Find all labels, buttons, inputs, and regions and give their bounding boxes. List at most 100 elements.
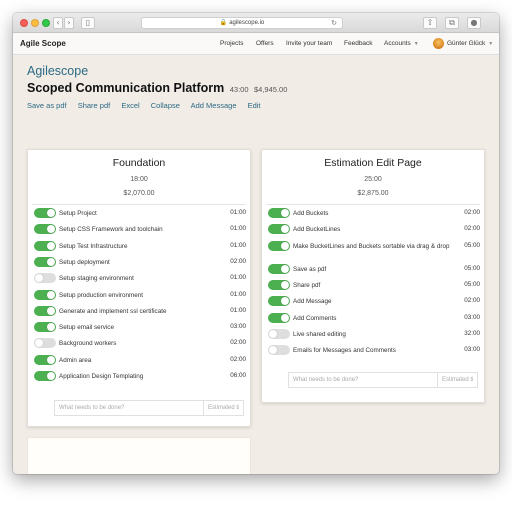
edit-link[interactable]: Edit	[248, 101, 261, 110]
task-done-toggle[interactable]	[34, 273, 56, 284]
save-as-pdf-link[interactable]: Save as pdf	[27, 101, 67, 110]
task-hours[interactable]: 01:00	[230, 307, 246, 314]
address-bar[interactable]: 🔒 agilescope.io ↻	[141, 17, 343, 29]
task-done-toggle[interactable]	[268, 240, 290, 251]
add-message-link[interactable]: Add Message	[191, 101, 237, 110]
task-hours[interactable]: 03:00	[230, 323, 246, 330]
task-label[interactable]: Setup Test Infrastructure	[59, 242, 219, 252]
task-label[interactable]: Setup email service	[59, 323, 219, 333]
nav-invite-team[interactable]: Invite your team	[286, 40, 332, 47]
task-done-toggle[interactable]	[34, 240, 56, 251]
task-hours[interactable]: 05:00	[464, 265, 480, 272]
avatar[interactable]	[433, 38, 444, 49]
new-task-input[interactable]: What needs to be done?	[59, 405, 124, 411]
app-title[interactable]: Agilescope	[27, 64, 88, 78]
task-hours[interactable]: 02:00	[230, 356, 246, 363]
nav-feedback[interactable]: Feedback	[344, 40, 373, 47]
task-done-toggle[interactable]	[34, 208, 56, 218]
task-label[interactable]: Emails for Messages and Comments	[293, 346, 453, 356]
task-done-toggle[interactable]	[268, 224, 290, 235]
task-done-toggle[interactable]	[268, 296, 290, 307]
zoom-window-button[interactable]	[42, 19, 50, 27]
bucket-title[interactable]: Foundation	[28, 157, 250, 169]
nav-offers[interactable]: Offers	[256, 40, 274, 47]
task-label[interactable]: Setup Project	[59, 209, 219, 219]
browser-window: ‹ › ▯ 🔒 agilescope.io ↻ ⇧ ⧉ ● Agile Scope…	[13, 13, 499, 474]
task-hours[interactable]: 32:00	[464, 330, 480, 337]
chevron-left-icon[interactable]: ‹	[53, 17, 63, 29]
toggle-knob	[47, 372, 55, 380]
chevron-down-icon: ▼	[488, 41, 494, 47]
extension-icon[interactable]: ●	[467, 17, 481, 29]
task-done-toggle[interactable]	[34, 256, 56, 267]
task-label[interactable]: Add Message	[293, 297, 453, 307]
minimize-window-button[interactable]	[31, 19, 39, 27]
reload-icon[interactable]: ↻	[331, 18, 337, 28]
excel-link[interactable]: Excel	[121, 101, 139, 110]
chevron-down-icon: ▼	[413, 41, 419, 47]
task-label[interactable]: Generate and implement ssl certificate	[59, 307, 219, 317]
task-label[interactable]: Setup production environment	[59, 291, 219, 301]
task-done-toggle[interactable]	[34, 224, 56, 235]
task-done-toggle[interactable]	[34, 371, 56, 381]
task-row: Admin area 02:00	[34, 354, 246, 367]
browser-toolbar: ‹ › ▯ 🔒 agilescope.io ↻ ⇧ ⧉ ●	[13, 13, 499, 33]
task-done-toggle[interactable]	[34, 305, 56, 316]
task-label[interactable]: Setup deployment	[59, 258, 219, 268]
task-hours[interactable]: 02:00	[464, 297, 480, 304]
task-hours[interactable]: 01:00	[230, 291, 246, 298]
task-label[interactable]: Setup CSS Framework and toolchain	[59, 225, 219, 235]
task-row: Add Comments 03:00	[268, 312, 480, 325]
collapse-link[interactable]: Collapse	[151, 101, 180, 110]
task-done-toggle[interactable]	[268, 312, 290, 323]
task-label[interactable]: Live shared editing	[293, 330, 453, 340]
task-hours[interactable]: 03:00	[464, 346, 480, 353]
task-label[interactable]: Save as pdf	[293, 265, 453, 275]
task-label[interactable]: Admin area	[59, 356, 219, 366]
task-label[interactable]: Add Comments	[293, 314, 453, 324]
task-hours[interactable]: 02:00	[230, 339, 246, 346]
task-done-toggle[interactable]	[34, 338, 56, 349]
task-hours[interactable]: 02:00	[464, 225, 480, 232]
task-hours[interactable]: 01:00	[230, 274, 246, 281]
task-hours[interactable]: 01:00	[230, 242, 246, 249]
task-done-toggle[interactable]	[268, 328, 290, 339]
estimate-input[interactable]: Estimated ti	[437, 373, 477, 387]
nav-projects[interactable]: Projects	[220, 40, 243, 47]
estimate-input[interactable]: Estimated ti	[203, 401, 243, 415]
task-label[interactable]: Add BucketLines	[293, 225, 453, 235]
task-done-toggle[interactable]	[34, 289, 56, 300]
task-done-toggle[interactable]	[34, 322, 56, 333]
task-label[interactable]: Setup staging environment	[59, 274, 219, 284]
task-done-toggle[interactable]	[34, 354, 56, 365]
task-row: Application Design Templating 06:00	[34, 371, 246, 383]
task-hours[interactable]: 05:00	[464, 242, 480, 249]
task-hours[interactable]: 05:00	[464, 281, 480, 288]
task-done-toggle[interactable]	[268, 279, 290, 290]
sidebar-toggle-icon[interactable]: ▯	[81, 17, 95, 29]
task-hours[interactable]: 01:00	[230, 225, 246, 232]
share-pdf-link[interactable]: Share pdf	[78, 101, 111, 110]
brand-logo[interactable]: Agile Scope	[20, 39, 66, 48]
task-hours[interactable]: 03:00	[464, 314, 480, 321]
nav-user-menu[interactable]: Günter Glück ▼	[447, 40, 493, 47]
task-done-toggle[interactable]	[268, 208, 290, 218]
chevron-right-icon[interactable]: ›	[64, 17, 74, 29]
task-hours[interactable]: 02:00	[464, 209, 480, 216]
new-task-input[interactable]: What needs to be done?	[293, 377, 358, 383]
nav-accounts[interactable]: Accounts ▼	[384, 40, 419, 47]
task-label[interactable]: Make BucketLines and Buckets sortable vi…	[293, 242, 453, 252]
task-hours[interactable]: 01:00	[230, 209, 246, 216]
task-done-toggle[interactable]	[268, 345, 290, 356]
task-label[interactable]: Background workers	[59, 339, 219, 349]
bucket-title[interactable]: Estimation Edit Page	[262, 157, 484, 169]
task-label[interactable]: Add Buckets	[293, 209, 453, 219]
task-label[interactable]: Application Design Templating	[59, 372, 219, 382]
close-window-button[interactable]	[20, 19, 28, 27]
task-done-toggle[interactable]	[268, 263, 290, 274]
task-hours[interactable]: 02:00	[230, 258, 246, 265]
task-hours[interactable]: 06:00	[230, 372, 246, 379]
share-icon[interactable]: ⇧	[423, 17, 437, 29]
task-label[interactable]: Share pdf	[293, 281, 453, 291]
tabs-icon[interactable]: ⧉	[445, 17, 459, 29]
